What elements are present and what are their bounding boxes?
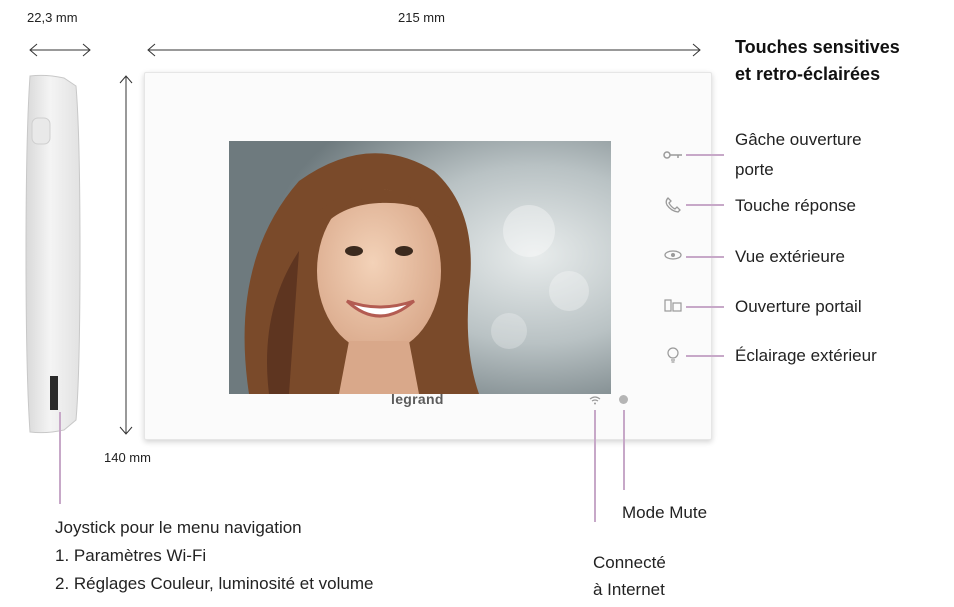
leader-joystick <box>59 412 61 504</box>
gate-icon[interactable] <box>661 295 685 315</box>
mute-icon[interactable] <box>618 394 629 408</box>
title-line-1: Touches sensitives <box>735 37 900 57</box>
leader-eclairage <box>686 355 724 357</box>
callout-vue: Vue extérieure <box>735 247 845 266</box>
callout-mute: Mode Mute <box>622 503 708 522</box>
joystick-line-3: 2. Réglages Couleur, luminosité et volum… <box>55 574 374 593</box>
video-screen <box>229 141 611 394</box>
leader-vue <box>686 256 724 258</box>
monitor-device: legrand <box>144 72 712 440</box>
phone-icon[interactable] <box>661 195 685 215</box>
callout-gache-line1: Gâche ouverture <box>735 130 862 149</box>
brand-logo: legrand <box>391 391 444 407</box>
leader-reponse <box>686 204 724 206</box>
callout-reponse: Touche réponse <box>735 196 856 215</box>
leader-gache <box>686 154 724 156</box>
bulb-icon[interactable] <box>661 345 685 365</box>
callout-gache-line2: porte <box>735 160 774 179</box>
callout-connecte-line1: Connecté <box>593 553 666 572</box>
wifi-icon <box>589 395 601 408</box>
leader-mute <box>623 410 625 490</box>
joystick-line-2: 1. Paramètres Wi-Fi <box>55 546 207 565</box>
key-icon[interactable] <box>661 145 685 165</box>
eye-icon[interactable] <box>661 245 685 265</box>
device-side-profile <box>25 74 81 434</box>
callout-eclairage: Éclairage extérieur <box>735 346 877 365</box>
joystick-line-1: Joystick pour le menu navigation <box>55 518 302 537</box>
leader-portail <box>686 306 724 308</box>
leader-connecte <box>594 410 596 522</box>
callout-connecte-line2: à Internet <box>593 580 665 599</box>
title-line-2: et retro-éclairées <box>735 64 881 84</box>
touch-keys-title: Touches sensitives et retro-éclairées <box>735 34 900 88</box>
callout-portail: Ouverture portail <box>735 297 862 316</box>
screen-photo <box>229 141 611 394</box>
